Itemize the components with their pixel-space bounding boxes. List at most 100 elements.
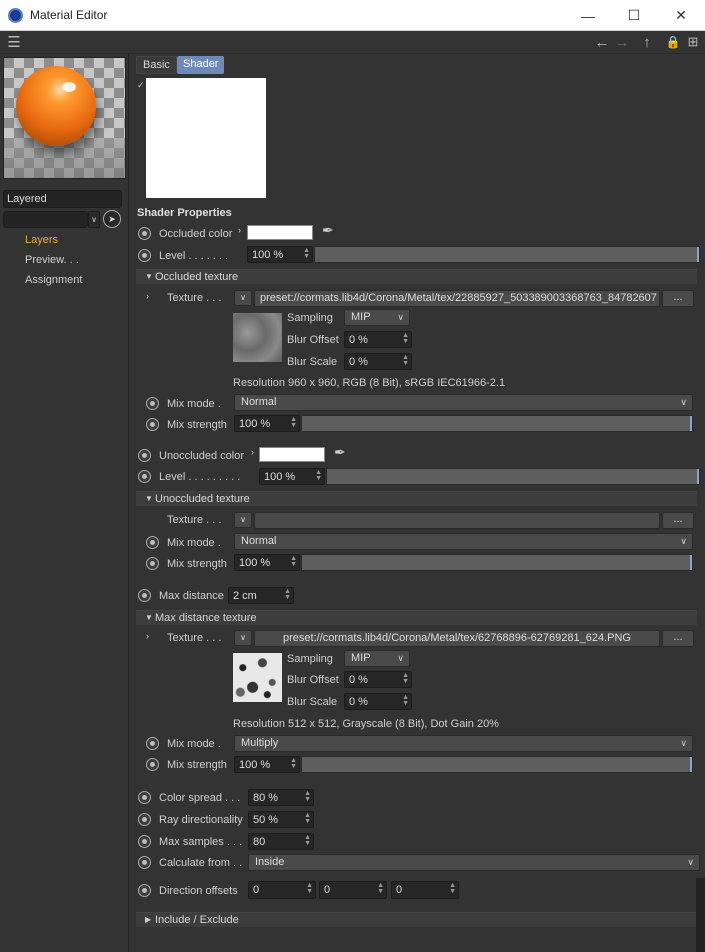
spinner-icon[interactable]: ▲ ▼ xyxy=(377,882,384,895)
level-slider[interactable] xyxy=(314,246,700,263)
expand-chevron-icon[interactable]: › xyxy=(146,291,149,301)
material-name-field[interactable]: Layered xyxy=(3,190,122,208)
nav-item-assignment[interactable]: Assignment xyxy=(25,274,82,286)
animate-radio-icon[interactable] xyxy=(138,791,151,804)
occluded-texture-section[interactable]: ▼ Occluded texture xyxy=(136,269,697,284)
spinner-icon[interactable]: ▲ ▼ xyxy=(290,757,297,770)
texture-menu-dropdown[interactable]: ∨ xyxy=(234,630,252,646)
spinner-icon[interactable]: ▲ ▼ xyxy=(449,882,456,895)
browse-button[interactable]: ... xyxy=(662,290,694,307)
occluded-color-swatch[interactable] xyxy=(247,225,313,240)
animate-radio-icon[interactable] xyxy=(146,737,159,750)
expand-chevron-icon[interactable]: › xyxy=(238,225,241,235)
max-distance-texture-section[interactable]: ▼ Max distance texture xyxy=(136,610,697,625)
level-field[interactable]: 100 % ▲ ▼ xyxy=(259,468,325,485)
include-exclude-section[interactable]: ▶ Include / Exclude xyxy=(136,912,697,927)
unoccluded-texture-section[interactable]: ▼ Unoccluded texture xyxy=(136,491,697,506)
nav-item-preview[interactable]: Preview. . . xyxy=(25,254,79,266)
spinner-icon[interactable]: ▲ ▼ xyxy=(402,672,409,685)
animate-radio-icon[interactable] xyxy=(138,470,151,483)
max-distance-field[interactable]: 2 cm ▲ ▼ xyxy=(228,587,294,604)
layer-select-field[interactable] xyxy=(3,211,88,228)
animate-radio-icon[interactable] xyxy=(138,449,151,462)
tab-shader[interactable]: Shader xyxy=(177,56,225,74)
spinner-icon[interactable]: ▲ ▼ xyxy=(315,469,322,482)
spinner-icon[interactable]: ▲ ▼ xyxy=(402,694,409,707)
mix-strength-field[interactable]: 100 % ▲ ▼ xyxy=(234,756,300,773)
animate-radio-icon[interactable] xyxy=(138,813,151,826)
spinner-icon[interactable]: ▲ ▼ xyxy=(402,332,409,345)
animate-radio-icon[interactable] xyxy=(138,227,151,240)
texture-menu-dropdown[interactable]: ∨ xyxy=(234,512,252,528)
mix-strength-field[interactable]: 100 % ▲ ▼ xyxy=(234,554,300,571)
close-button[interactable]: ✕ xyxy=(658,0,704,31)
spinner-icon[interactable]: ▲ ▼ xyxy=(304,790,311,803)
chevron-down-icon[interactable]: ∨ xyxy=(88,211,100,228)
animate-radio-icon[interactable] xyxy=(146,536,159,549)
level-field[interactable]: 100 % ▲ ▼ xyxy=(247,246,313,263)
direction-offset-x-field[interactable]: 0 ▲ ▼ xyxy=(248,881,316,899)
mix-strength-slider[interactable] xyxy=(301,415,693,432)
direction-offset-z-field[interactable]: 0 ▲ ▼ xyxy=(391,881,459,899)
mix-strength-field[interactable]: 100 % ▲ ▼ xyxy=(234,415,300,432)
animate-radio-icon[interactable] xyxy=(138,884,151,897)
pick-cursor-icon[interactable]: ➤ xyxy=(103,210,121,228)
eyedropper-icon[interactable]: ✒ xyxy=(322,222,334,239)
animate-radio-icon[interactable] xyxy=(138,249,151,262)
back-arrow-icon[interactable]: ← xyxy=(593,33,611,51)
spinner-icon[interactable]: ▲ ▼ xyxy=(304,834,311,847)
spinner-icon[interactable]: ▲ ▼ xyxy=(304,812,311,825)
texture-path-field[interactable]: preset://cormats.lib4d/Corona/Metal/tex/… xyxy=(254,630,660,647)
material-preview[interactable] xyxy=(3,57,126,179)
minimize-button[interactable]: — xyxy=(565,0,611,31)
spinner-icon[interactable]: ▲ ▼ xyxy=(284,588,291,601)
animate-radio-icon[interactable] xyxy=(138,589,151,602)
forward-arrow-icon[interactable]: → xyxy=(613,33,631,51)
expand-chevron-icon[interactable]: › xyxy=(251,447,254,457)
texture-path-field[interactable]: preset://cormats.lib4d/Corona/Metal/tex/… xyxy=(254,290,660,307)
browse-button[interactable]: ... xyxy=(662,630,694,647)
texture-menu-dropdown[interactable]: ∨ xyxy=(234,290,252,306)
sampling-dropdown[interactable]: MIP ∨ xyxy=(344,650,410,667)
scrollbar[interactable] xyxy=(696,878,705,952)
calculate-from-dropdown[interactable]: Inside ∨ xyxy=(248,854,700,871)
hamburger-menu-icon[interactable]: ☰ xyxy=(5,33,23,51)
texture-path-field[interactable] xyxy=(254,512,660,529)
animate-radio-icon[interactable] xyxy=(146,758,159,771)
spinner-icon[interactable]: ▲ ▼ xyxy=(306,882,313,895)
blur-offset-field[interactable]: 0 % ▲ ▼ xyxy=(344,331,412,348)
max-samples-field[interactable]: 80 ▲ ▼ xyxy=(248,833,314,850)
browse-button[interactable]: ... xyxy=(662,512,694,529)
maximize-button[interactable]: ☐ xyxy=(611,0,657,31)
blur-scale-field[interactable]: 0 % ▲ ▼ xyxy=(344,353,412,370)
animate-radio-icon[interactable] xyxy=(146,397,159,410)
spinner-icon[interactable]: ▲ ▼ xyxy=(290,416,297,429)
up-arrow-icon[interactable]: ↑ xyxy=(638,33,656,51)
mix-strength-slider[interactable] xyxy=(301,756,693,773)
direction-offset-y-field[interactable]: 0 ▲ ▼ xyxy=(319,881,387,899)
spinner-icon[interactable]: ▲ ▼ xyxy=(303,247,310,260)
nav-item-layers[interactable]: Layers xyxy=(25,234,58,246)
sampling-dropdown[interactable]: MIP ∨ xyxy=(344,309,410,326)
animate-radio-icon[interactable] xyxy=(138,856,151,869)
new-panel-icon[interactable]: ⊞ xyxy=(684,33,702,51)
animate-radio-icon[interactable] xyxy=(146,418,159,431)
mix-mode-dropdown[interactable]: Normal ∨ xyxy=(234,394,693,411)
spinner-icon[interactable]: ▲ ▼ xyxy=(290,555,297,568)
color-spread-field[interactable]: 80 % ▲ ▼ xyxy=(248,789,314,806)
expand-chevron-icon[interactable]: › xyxy=(146,631,149,641)
ray-directionality-field[interactable]: 50 % ▲ ▼ xyxy=(248,811,314,828)
tab-basic[interactable]: Basic xyxy=(136,56,177,74)
unoccluded-color-swatch[interactable] xyxy=(259,447,325,462)
mix-mode-dropdown[interactable]: Normal ∨ xyxy=(234,533,693,550)
mix-mode-dropdown[interactable]: Multiply ∨ xyxy=(234,735,693,752)
eyedropper-icon[interactable]: ✒ xyxy=(334,444,346,461)
collapse-chevron-icon[interactable]: ✓ xyxy=(137,80,145,91)
animate-radio-icon[interactable] xyxy=(138,835,151,848)
blur-scale-field[interactable]: 0 % ▲ ▼ xyxy=(344,693,412,710)
level-slider[interactable] xyxy=(326,468,700,485)
spinner-icon[interactable]: ▲ ▼ xyxy=(402,354,409,367)
blur-offset-field[interactable]: 0 % ▲ ▼ xyxy=(344,671,412,688)
mix-strength-slider[interactable] xyxy=(301,554,693,571)
animate-radio-icon[interactable] xyxy=(146,557,159,570)
